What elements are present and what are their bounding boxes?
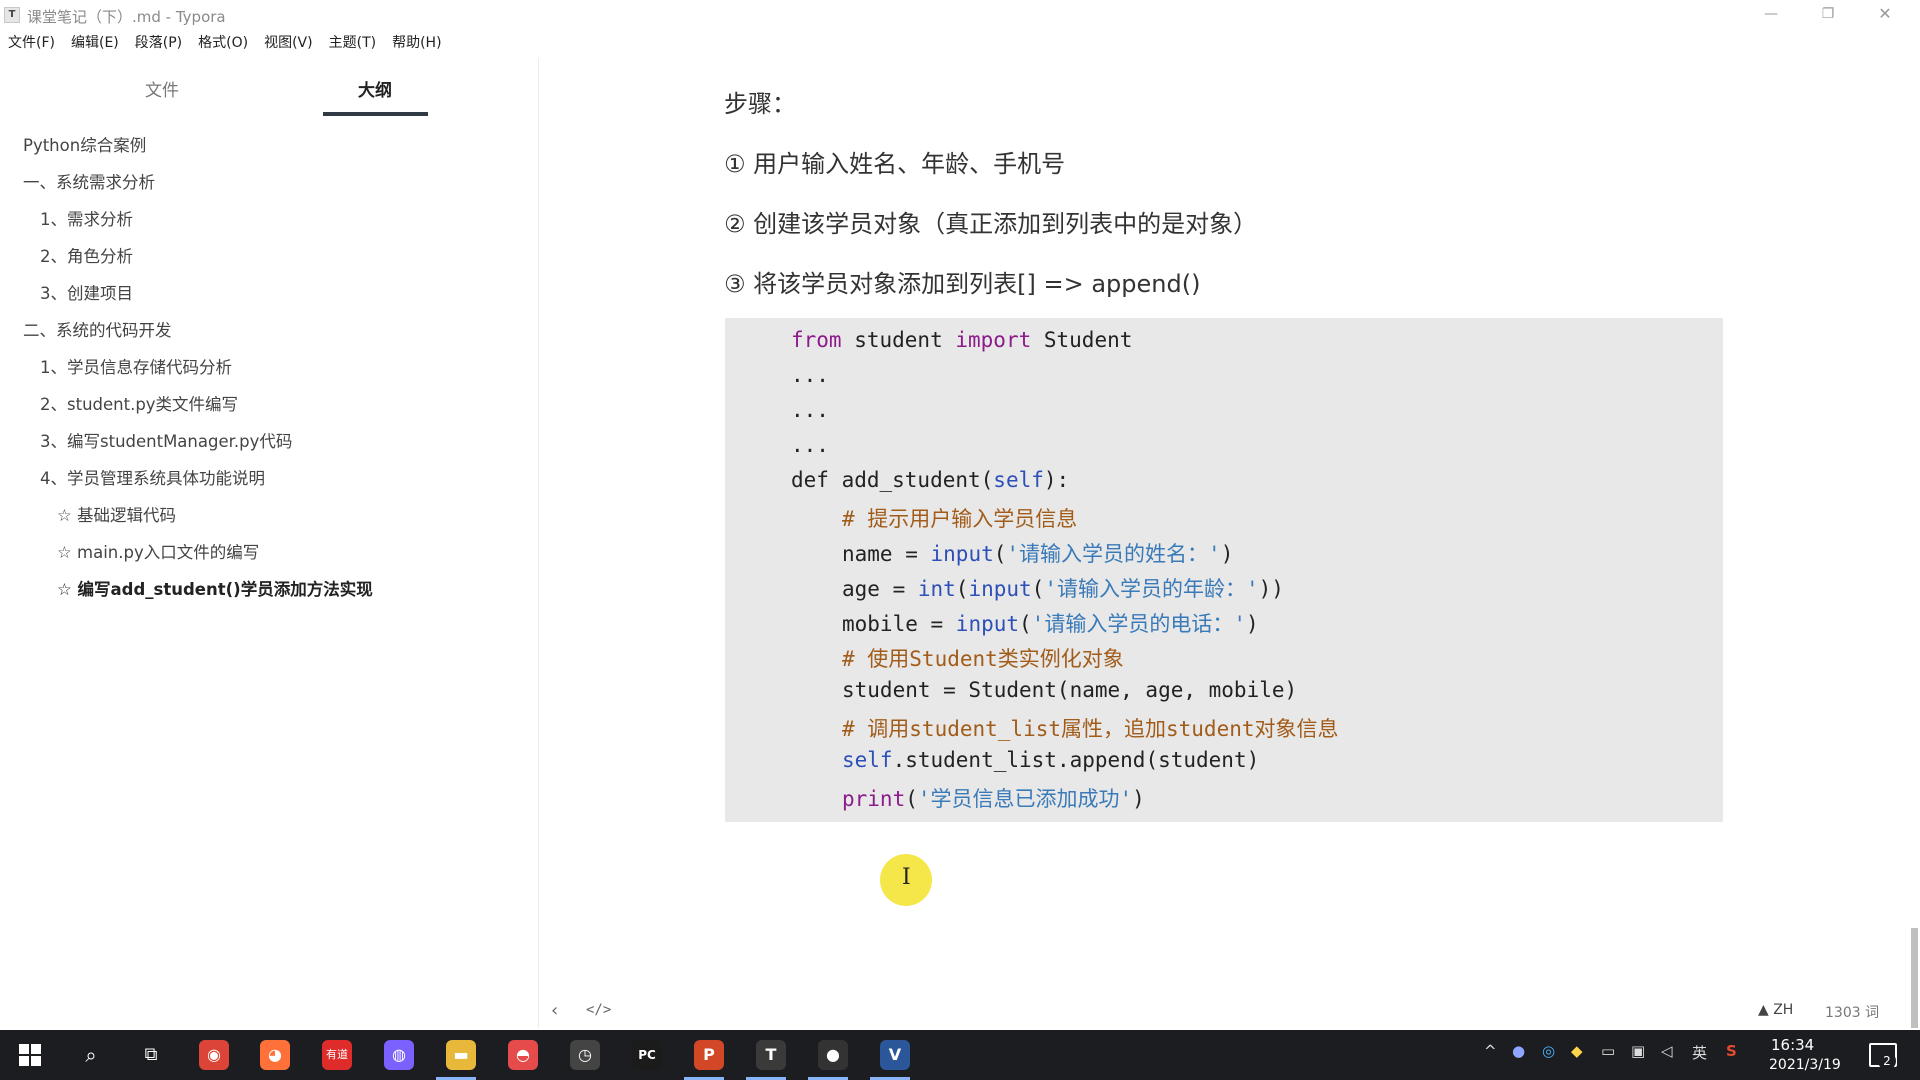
code-line: ... <box>791 363 829 387</box>
code-line: from student import Student <box>791 328 1133 352</box>
minimize-button[interactable]: — <box>1748 0 1794 30</box>
input-method-icon[interactable]: 英 <box>1692 1042 1707 1063</box>
step-1: ① 用户输入姓名、年龄、手机号 <box>724 150 1066 178</box>
menu-format[interactable]: 格式(O) <box>190 30 256 54</box>
outline-item-features[interactable]: 4、学员管理系统具体功能说明 <box>40 465 265 489</box>
clock-time[interactable]: 16:34 <box>1771 1036 1814 1054</box>
chrome-icon[interactable]: ◉ <box>199 1040 229 1070</box>
outline-item-basic-logic[interactable]: ☆ 基础逻辑代码 <box>57 502 176 526</box>
tray-app-icon[interactable]: ● <box>1512 1042 1525 1060</box>
menu-help[interactable]: 帮助(H) <box>384 30 449 54</box>
menu-theme[interactable]: 主题(T) <box>321 30 384 54</box>
toggle-sidebar-button[interactable]: ‹ <box>551 1000 558 1021</box>
menu-file[interactable]: 文件(F) <box>0 30 63 54</box>
menu-edit[interactable]: 编辑(E) <box>63 30 127 54</box>
outline-item-needs-analysis[interactable]: 1、需求分析 <box>40 206 133 230</box>
code-comment: # 提示用户输入学员信息 <box>842 507 1078 531</box>
code-block[interactable]: from student import Student ... ... ... … <box>725 318 1723 822</box>
tab-outline[interactable]: 大纲 <box>320 76 430 101</box>
volume-icon[interactable]: ◁ <box>1661 1042 1673 1060</box>
outline-item-create-project[interactable]: 3、创建项目 <box>40 280 133 304</box>
warning-icon: ▲ <box>1758 1002 1774 1018</box>
powerpoint-icon[interactable]: P <box>694 1040 724 1070</box>
restore-button[interactable]: ❐ <box>1805 0 1851 30</box>
code-line: def add_student(self): <box>791 468 1070 492</box>
steps-heading: 步骤： <box>724 90 796 118</box>
code-comment: # 使用Student类实例化对象 <box>842 647 1124 671</box>
step-3: ③ 将该学员对象添加到列表[] => append() <box>724 270 1201 298</box>
editor-area[interactable]: 步骤： ① 用户输入姓名、年龄、手机号 ② 创建该学员对象（真正添加到列表中的是… <box>539 58 1920 1028</box>
spellcheck-language[interactable]: ▲ ZH <box>1758 1002 1793 1018</box>
outline-item-python-case[interactable]: Python综合案例 <box>23 132 146 156</box>
scrollbar-thumb[interactable] <box>1911 928 1918 1028</box>
pycharm-icon[interactable]: PC <box>632 1040 662 1070</box>
windows-start-icon[interactable] <box>19 1044 41 1066</box>
outline-item-role-analysis[interactable]: 2、角色分析 <box>40 243 133 267</box>
task-view-icon[interactable]: ⧉ <box>136 1040 166 1070</box>
source-mode-button[interactable]: </> <box>586 1002 611 1018</box>
battery-icon[interactable]: ▭ <box>1601 1042 1615 1060</box>
word-count[interactable]: 1303 词 <box>1825 1002 1879 1022</box>
outline-item-main-py[interactable]: ☆ main.py入口文件的编写 <box>57 539 259 563</box>
code-line: mobile = input('请输入学员的电话：') <box>842 612 1259 636</box>
step-2: ② 创建该学员对象（真正添加到列表中的是对象） <box>724 210 1258 238</box>
outline-item-student-py[interactable]: 2、student.py类文件编写 <box>40 391 238 415</box>
outline-item-student-manager[interactable]: 3、编写studentManager.py代码 <box>40 428 292 452</box>
sogou-icon[interactable]: S <box>1726 1042 1737 1060</box>
typora-icon[interactable]: T <box>756 1040 786 1070</box>
notification-count: 2 <box>1878 1052 1896 1070</box>
outline-item-code-dev[interactable]: 二、系统的代码开发 <box>23 317 172 341</box>
outline-item-requirements[interactable]: 一、系统需求分析 <box>23 169 155 193</box>
menu-bar: 文件(F) 编辑(E) 段落(P) 格式(O) 视图(V) 主题(T) 帮助(H… <box>0 30 450 54</box>
code-line: name = input('请输入学员的姓名：') <box>842 542 1234 566</box>
taskbar: ⌕ ⧉ ◉ ◕ 有道 ◍ ▬ ◓ ◷ PC P T ● V ^ ● ◎ ◆ ▭ … <box>0 1030 1920 1080</box>
sidebar: 文件 大纲 Python综合案例 一、系统需求分析 1、需求分析 2、角色分析 … <box>0 58 539 1028</box>
recorder-icon[interactable]: ◓ <box>508 1040 538 1070</box>
color-app-icon[interactable]: ◍ <box>384 1040 414 1070</box>
record-icon[interactable]: ● <box>818 1040 848 1070</box>
code-line: ... <box>791 433 829 457</box>
clock-date[interactable]: 2021/3/19 <box>1769 1057 1841 1073</box>
network-icon[interactable]: ▣ <box>1631 1042 1645 1060</box>
code-line: age = int(input('请输入学员的年龄：')) <box>842 577 1284 601</box>
menu-view[interactable]: 视图(V) <box>256 30 321 54</box>
status-bar: ‹ </> ▲ ZH 1303 词 <box>539 996 1920 1028</box>
text-cursor-icon: I <box>902 865 911 890</box>
search-icon[interactable]: ⌕ <box>76 1040 106 1070</box>
code-line: ... <box>791 398 829 422</box>
file-explorer-icon[interactable]: ▬ <box>446 1040 476 1070</box>
outline-item-storage-analysis[interactable]: 1、学员信息存储代码分析 <box>40 354 232 378</box>
tray-overflow-icon[interactable]: ^ <box>1484 1042 1497 1060</box>
menu-paragraph[interactable]: 段落(P) <box>127 30 190 54</box>
window-title: 课堂笔记（下）.md - Typora <box>27 8 226 26</box>
outline-item-add-student[interactable]: ☆ 编写add_student()学员添加方法实现 <box>57 576 373 600</box>
tray-app-icon[interactable]: ◎ <box>1542 1042 1555 1060</box>
tray-app-icon[interactable]: ◆ <box>1571 1042 1583 1060</box>
code-line: print('学员信息已添加成功') <box>842 787 1145 811</box>
firefox-icon[interactable]: ◕ <box>260 1040 290 1070</box>
title-bar: T 课堂笔记（下）.md - Typora — ❐ ✕ <box>0 0 1920 30</box>
code-line: student = Student(name, age, mobile) <box>842 678 1298 702</box>
code-comment: # 调用student_list属性，追加student对象信息 <box>842 717 1339 741</box>
typora-app-icon: T <box>4 7 20 23</box>
visio-icon[interactable]: V <box>880 1040 910 1070</box>
active-tab-indicator <box>323 112 428 116</box>
close-button[interactable]: ✕ <box>1862 0 1908 30</box>
tab-files[interactable]: 文件 <box>107 76 217 101</box>
youdao-icon[interactable]: 有道 <box>322 1040 352 1070</box>
clock-app-icon[interactable]: ◷ <box>570 1040 600 1070</box>
code-line: self.student_list.append(student) <box>842 748 1260 772</box>
